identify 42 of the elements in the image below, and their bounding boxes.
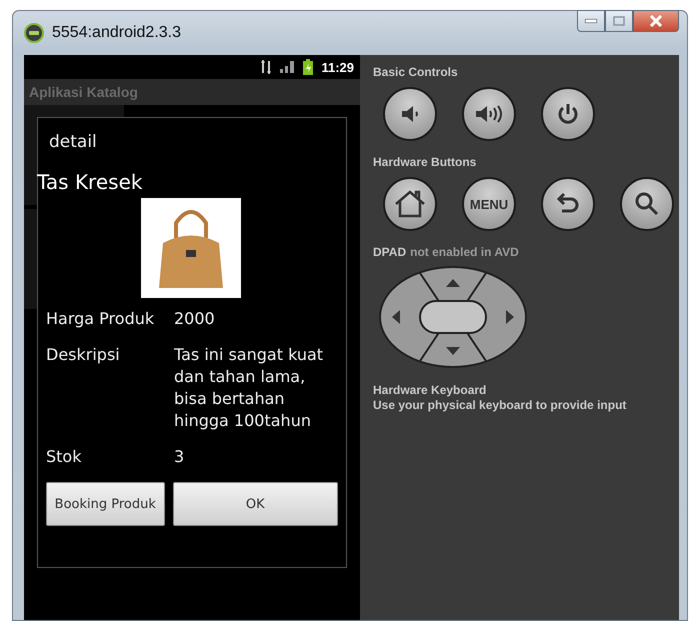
search-button[interactable] xyxy=(620,177,674,231)
home-icon xyxy=(394,190,426,218)
battery-charging-icon xyxy=(303,59,314,75)
field-label: Stok xyxy=(46,446,82,468)
clock-time: 11:29 xyxy=(321,60,354,74)
minimize-icon xyxy=(585,19,597,23)
field-value: 2000 xyxy=(174,308,216,330)
data-transfer-icon xyxy=(261,60,272,74)
search-icon xyxy=(634,191,660,217)
window-title: 5554:android2.3.3 xyxy=(52,24,181,42)
dialog-title: detail xyxy=(49,132,98,152)
power-icon xyxy=(556,102,580,126)
back-button[interactable] xyxy=(541,177,595,231)
menu-button[interactable]: MENU xyxy=(462,177,516,231)
section-heading: Hardware Buttons xyxy=(373,155,478,169)
menu-label: MENU xyxy=(470,196,508,212)
minimize-button[interactable] xyxy=(577,10,605,32)
field-label: Harga Produk xyxy=(46,308,156,330)
signal-icon xyxy=(279,60,296,74)
close-icon xyxy=(649,15,663,27)
volume-down-button[interactable] xyxy=(383,87,437,141)
field-value: Tas ini sangat kuat dan tahan lama, bisa bertahan hingga 100tahun xyxy=(174,344,324,432)
field-value: 3 xyxy=(174,446,186,468)
power-button[interactable] xyxy=(541,87,595,141)
dpad-label: DPAD xyxy=(373,245,406,259)
field-label: Deskripsi xyxy=(46,344,121,366)
ok-button[interactable]: OK xyxy=(172,482,338,526)
keyboard-hint: Use your physical keyboard to provide input xyxy=(373,398,628,412)
speaker-icon xyxy=(399,103,421,125)
android-emulator-icon xyxy=(24,23,44,43)
close-button[interactable] xyxy=(633,10,679,32)
maximize-icon xyxy=(613,16,625,26)
section-heading: Basic Controls xyxy=(373,65,459,79)
volume-up-button[interactable] xyxy=(462,87,516,141)
home-button[interactable] xyxy=(383,177,437,231)
maximize-button[interactable] xyxy=(605,10,633,32)
product-name: Tas Kresek xyxy=(37,170,144,194)
dpad-note: not enabled in AVD xyxy=(410,245,519,259)
booking-button[interactable]: Booking Produk xyxy=(46,482,165,526)
app-title: Aplikasi Katalog xyxy=(29,84,138,100)
keyboard-heading: Hardware Keyboard xyxy=(373,383,488,397)
speaker-loud-icon xyxy=(474,103,504,125)
